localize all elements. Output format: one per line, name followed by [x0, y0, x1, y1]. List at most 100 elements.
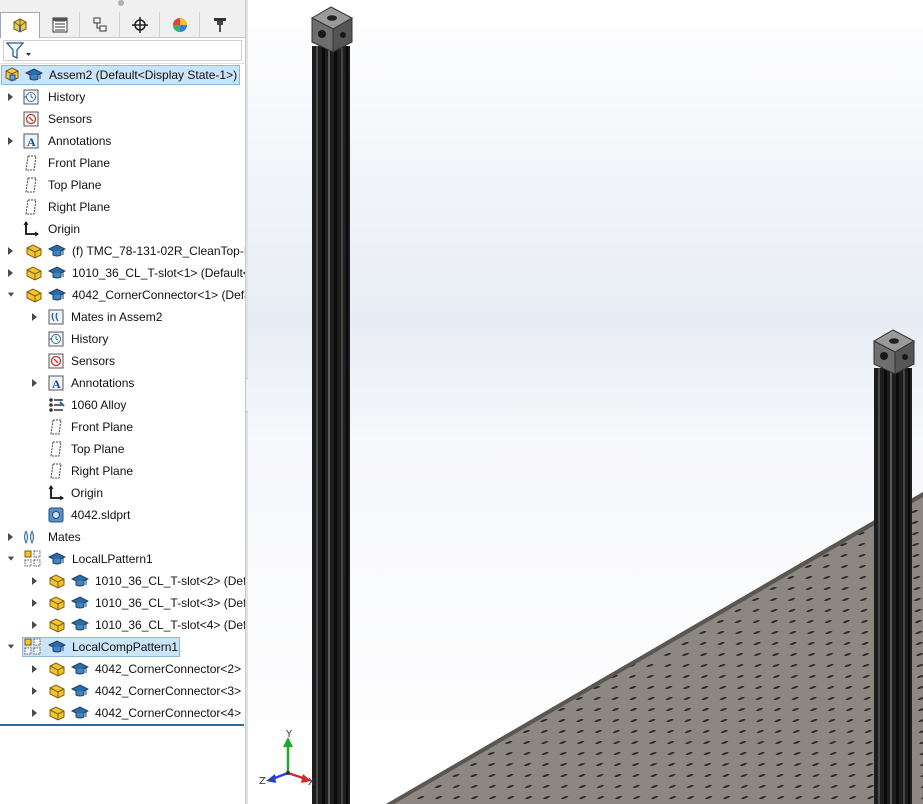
tree-item-origin[interactable]: Origin [0, 218, 245, 240]
tree-item-label: Annotations [48, 134, 112, 148]
tree-item-right-plane[interactable]: Right Plane [0, 196, 245, 218]
tree-item-label: Annotations [71, 376, 135, 390]
plane-icon [47, 418, 65, 436]
triad-y-label: Y [285, 729, 293, 740]
tree-item-label: 4042_CornerConnector<3> ( [95, 684, 245, 698]
collapse-arrow-icon[interactable] [6, 289, 16, 301]
expand-arrow-icon[interactable] [6, 135, 16, 147]
tree-root-label: Assem2 (Default<Display State-1>) [49, 68, 238, 82]
expand-arrow-icon[interactable] [6, 91, 16, 103]
cap-icon [48, 550, 66, 568]
part-icon [48, 594, 66, 612]
graphics-viewport[interactable]: Y X Z [248, 0, 923, 804]
cap-icon [71, 594, 89, 612]
tree-item-4042-cornerconnector-1-defa[interactable]: 4042_CornerConnector<1> (Defa [0, 284, 245, 306]
triad-z-label: Z [259, 776, 266, 787]
tree-item-label: LocalLPattern1 [72, 552, 153, 566]
expand-arrow-icon[interactable] [30, 597, 40, 609]
display-manager-tab[interactable] [160, 12, 200, 38]
cap-icon [25, 66, 43, 84]
tree-item-right-plane[interactable]: Right Plane [0, 460, 245, 482]
sensors-icon [22, 110, 40, 128]
tree-item-history[interactable]: History [0, 328, 245, 350]
tree-item-4042-cornerconnector-3[interactable]: 4042_CornerConnector<3> ( [0, 680, 245, 702]
tree-item-4042-cornerconnector-4[interactable]: 4042_CornerConnector<4> ( [0, 702, 245, 724]
feature-manager-tab[interactable] [0, 12, 40, 39]
t-slot-post-right[interactable] [874, 368, 912, 804]
mates-folder-icon [47, 308, 65, 326]
expand-arrow-icon[interactable] [30, 377, 40, 389]
tree-item-1010-36-cl-t-slot-3-defa[interactable]: 1010_36_CL_T-slot<3> (Defa [0, 592, 245, 614]
tree-item-4042-sldprt[interactable]: 4042.sldprt [0, 504, 245, 526]
tree-item-1010-36-cl-t-slot-1-default[interactable]: 1010_36_CL_T-slot<1> (Default< [0, 262, 245, 284]
configuration-icon [93, 17, 106, 32]
part-icon [25, 264, 43, 282]
tree-item-sensors[interactable]: Sensors [0, 350, 245, 372]
expand-arrow-icon[interactable] [30, 311, 40, 323]
part-icon [48, 704, 66, 722]
tree-item-top-plane[interactable]: Top Plane [0, 438, 245, 460]
history-icon [47, 330, 65, 348]
tree-item-history[interactable]: History [0, 86, 245, 108]
cap-icon [71, 660, 89, 678]
tree-item-label: History [71, 332, 109, 346]
tree-item-annotations[interactable]: A Annotations [0, 130, 245, 152]
collapse-arrow-icon[interactable] [6, 641, 16, 653]
tree-item-mates[interactable]: Mates [0, 526, 245, 548]
tree-item-label: LocalCompPattern1 [72, 640, 179, 654]
configuration-manager-tab[interactable] [80, 12, 120, 38]
tree-item-label: 4042.sldprt [71, 508, 131, 522]
cap-icon [71, 616, 89, 634]
tree-item-mates-in-assem2[interactable]: Mates in Assem2 [0, 306, 245, 328]
part-icon [48, 616, 66, 634]
tree-item-front-plane[interactable]: Front Plane [0, 152, 245, 174]
tree-item-label: Sensors [48, 112, 93, 126]
tree-item-label: Origin [48, 222, 81, 236]
tree-item-sensors[interactable]: Sensors [0, 108, 245, 130]
tab-bar-grip[interactable] [118, 0, 124, 6]
filter-icon[interactable] [6, 41, 32, 61]
tree-item-label: 1010_36_CL_T-slot<3> (Defa [95, 596, 245, 610]
pattern-icon [24, 638, 42, 656]
expand-arrow-icon[interactable] [6, 267, 16, 279]
expand-arrow-icon[interactable] [30, 707, 40, 719]
expand-arrow-icon[interactable] [6, 245, 16, 257]
tree-item-annotations[interactable]: A Annotations [0, 372, 245, 394]
graphics-canvas[interactable]: Y X Z [248, 0, 923, 804]
tree-item-origin[interactable]: Origin [0, 482, 245, 504]
feature-manager-panel: Assem2 (Default<Display State-1>) History… [0, 0, 245, 804]
dimxpert-manager-tab[interactable] [120, 12, 160, 38]
tree-item-1010-36-cl-t-slot-4-defa[interactable]: 1010_36_CL_T-slot<4> (Defa [0, 614, 245, 636]
expand-arrow-icon[interactable] [30, 663, 40, 675]
part-body-icon [47, 506, 65, 524]
expand-arrow-icon[interactable] [30, 619, 40, 631]
tree-item-locallpattern1[interactable]: LocalLPattern1 [0, 548, 245, 570]
tree-item-1010-36-cl-t-slot-2-defa[interactable]: 1010_36_CL_T-slot<2> (Defa [0, 570, 245, 592]
t-slot-post-left[interactable] [312, 46, 350, 804]
expand-arrow-icon[interactable] [30, 575, 40, 587]
plane-icon [22, 154, 40, 172]
tree-item-label: 4042_CornerConnector<4> ( [95, 706, 245, 720]
tree-item-label: (f) TMC_78-131-02R_CleanTop-B [72, 244, 245, 258]
tree-item-1060-alloy[interactable]: 1060 Alloy [0, 394, 245, 416]
svg-text:A: A [52, 377, 61, 391]
assembly-icon [3, 66, 21, 84]
tree-item-4042-cornerconnector-2[interactable]: 4042_CornerConnector<2> ( [0, 658, 245, 680]
cam-tab[interactable] [200, 12, 240, 38]
tree-item-f-tmc-78-131-02r-cleantop-b[interactable]: (f) TMC_78-131-02R_CleanTop-B [0, 240, 245, 262]
part-icon [25, 242, 43, 260]
tree-item-label: 1060 Alloy [71, 398, 127, 412]
expand-arrow-icon[interactable] [6, 531, 16, 543]
crosshair-icon [131, 17, 148, 33]
tree-item-label: Front Plane [48, 156, 111, 170]
cap-icon [48, 242, 66, 260]
expand-arrow-icon[interactable] [30, 685, 40, 697]
property-manager-tab[interactable] [40, 12, 80, 38]
mates-icon [22, 528, 40, 546]
tree-item-front-plane[interactable]: Front Plane [0, 416, 245, 438]
tree-root-assembly[interactable]: Assem2 (Default<Display State-1>) [0, 64, 245, 86]
tree-item-localcomppattern1[interactable]: LocalCompPattern1 [0, 636, 245, 658]
tree-filter-input[interactable] [3, 40, 242, 61]
tree-item-top-plane[interactable]: Top Plane [0, 174, 245, 196]
collapse-arrow-icon[interactable] [6, 553, 16, 565]
